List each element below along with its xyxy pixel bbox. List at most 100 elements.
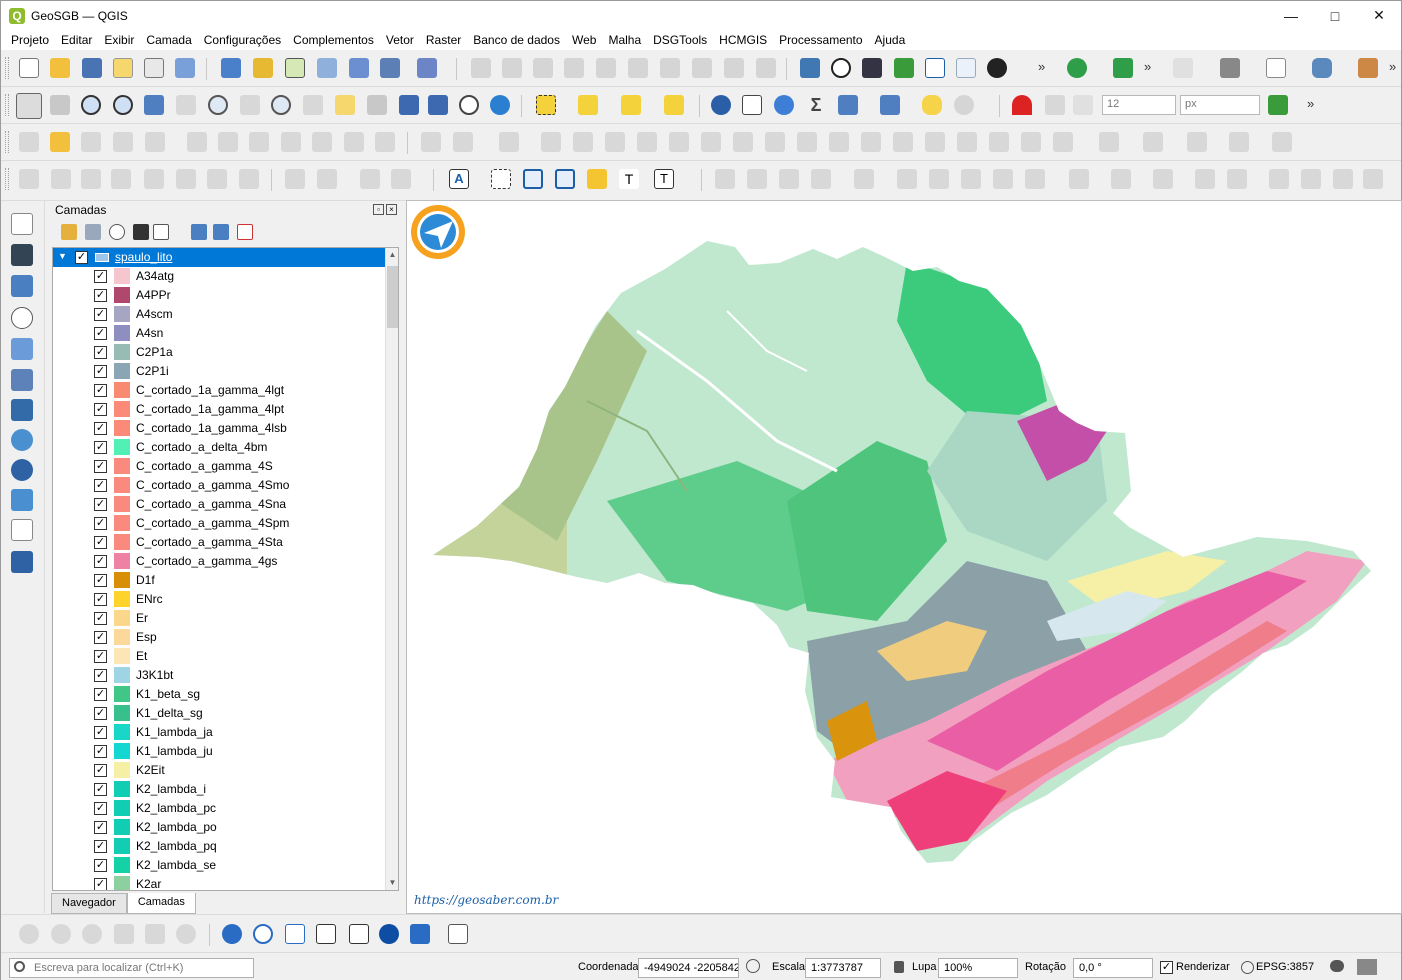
disabled-annotation-tool-13-icon[interactable] bbox=[1153, 169, 1173, 189]
layer-visibility-checkbox[interactable]: ✓ bbox=[94, 878, 107, 890]
layer-stack-icon[interactable] bbox=[1358, 58, 1378, 78]
save-edits-icon[interactable] bbox=[81, 132, 101, 152]
disabled-label-tool-2-icon[interactable] bbox=[51, 169, 71, 189]
add-layer-icon[interactable] bbox=[417, 58, 437, 78]
map-canvas[interactable]: https://geosaber.com.br bbox=[406, 200, 1402, 914]
select-by-location-icon[interactable] bbox=[664, 95, 684, 115]
disabled-annotation-tool-4-icon[interactable] bbox=[811, 169, 831, 189]
zoom-last-icon[interactable] bbox=[271, 95, 291, 115]
pin-label-icon[interactable] bbox=[587, 169, 607, 189]
snapping-magnet-icon[interactable] bbox=[1012, 95, 1032, 115]
tracing-icon[interactable] bbox=[1268, 95, 1288, 115]
menu-camada[interactable]: Camada bbox=[140, 33, 197, 47]
copy-features-icon[interactable] bbox=[281, 132, 301, 152]
layer-visibility-checkbox[interactable]: ✓ bbox=[94, 688, 107, 701]
tab-navegador[interactable]: Navegador bbox=[51, 893, 127, 914]
layer-visibility-checkbox[interactable]: ✓ bbox=[94, 555, 107, 568]
layer-row[interactable]: ✓ D1f bbox=[53, 571, 386, 590]
layer-visibility-checkbox[interactable]: ✓ bbox=[94, 574, 107, 587]
layer-visibility-checkbox[interactable]: ✓ bbox=[94, 460, 107, 473]
processing-toolbox-icon[interactable] bbox=[222, 924, 242, 944]
disabled-annotation-tool-2-icon[interactable] bbox=[747, 169, 767, 189]
offset-point-icon[interactable] bbox=[1143, 132, 1163, 152]
disabled-annotation-tool-19-icon[interactable] bbox=[1363, 169, 1383, 189]
layer-visibility-checkbox[interactable]: ✓ bbox=[94, 384, 107, 397]
zoom-full-icon[interactable] bbox=[144, 95, 164, 115]
disabled-annotation-tool-9-icon[interactable] bbox=[993, 169, 1013, 189]
disabled-label-tool-11-icon[interactable] bbox=[360, 169, 380, 189]
layer-visibility-checkbox[interactable]: ✓ bbox=[94, 270, 107, 283]
layer-visibility-checkbox[interactable]: ✓ bbox=[94, 327, 107, 340]
layer-row[interactable]: ✓ C_cortado_a_delta_4bm bbox=[53, 438, 386, 457]
lock-scale-icon[interactable] bbox=[894, 961, 904, 973]
pan-to-selection-icon[interactable] bbox=[50, 95, 70, 115]
layer-visibility-checkbox[interactable]: ✓ bbox=[94, 631, 107, 644]
show-bookmarks-icon[interactable] bbox=[428, 95, 448, 115]
layer-row[interactable]: ✓ K2_lambda_pc bbox=[53, 799, 386, 818]
layer-row[interactable]: ✓ C_cortado_1a_gamma_4lpt bbox=[53, 400, 386, 419]
menu-hcmgis[interactable]: HCMGIS bbox=[713, 33, 773, 47]
ab-tool-icon[interactable] bbox=[285, 924, 305, 944]
identify-features-icon[interactable] bbox=[711, 95, 731, 115]
layer-row[interactable]: ✓ J3K1bt bbox=[53, 666, 386, 685]
layer-visibility-checkbox[interactable]: ✓ bbox=[94, 308, 107, 321]
new-geopackage-icon[interactable] bbox=[253, 58, 273, 78]
reverse-line-icon[interactable] bbox=[1187, 132, 1207, 152]
menu-configuracoes[interactable]: Configurações bbox=[198, 33, 287, 47]
disabled-tool-e-icon[interactable] bbox=[176, 924, 196, 944]
disabled-tool-5-icon[interactable] bbox=[596, 58, 616, 78]
layer-row[interactable]: ✓ K2_lambda_se bbox=[53, 856, 386, 875]
disabled-tool-2-icon[interactable] bbox=[502, 58, 522, 78]
map-tips-icon[interactable] bbox=[880, 95, 900, 115]
layer-visibility-checkbox[interactable]: ✓ bbox=[94, 346, 107, 359]
regular-polygon-icon[interactable] bbox=[605, 132, 625, 152]
menu-complementos[interactable]: Complementos bbox=[287, 33, 380, 47]
coordinate-field[interactable]: -4949024 -2205842 bbox=[638, 958, 739, 978]
label-tool-icon[interactable] bbox=[1272, 132, 1292, 152]
split-features-icon[interactable] bbox=[957, 132, 977, 152]
cut-features-icon[interactable] bbox=[249, 132, 269, 152]
add-mesh-layer-icon[interactable] bbox=[11, 275, 33, 297]
disabled-annotation-tool-11-icon[interactable] bbox=[1069, 169, 1089, 189]
disabled-tool-9-icon[interactable] bbox=[724, 58, 744, 78]
rotate-feature-icon[interactable] bbox=[669, 132, 689, 152]
shape-digitizing-icon[interactable] bbox=[453, 132, 473, 152]
new-mesh-layer-icon[interactable] bbox=[380, 58, 400, 78]
disabled-tool-7-icon[interactable] bbox=[660, 58, 680, 78]
overflow-chevron-icon[interactable]: » bbox=[1389, 59, 1396, 74]
zoom-in-icon[interactable] bbox=[81, 95, 101, 115]
add-delimited-text-icon[interactable] bbox=[11, 307, 33, 329]
render-checkbox[interactable]: ✓ bbox=[1160, 961, 1173, 974]
layer-row[interactable]: ✓ C_cortado_a_gamma_4gs bbox=[53, 552, 386, 571]
reshape-icon[interactable] bbox=[893, 132, 913, 152]
layer-row[interactable]: ✓ Er bbox=[53, 609, 386, 628]
menu-malha[interactable]: Malha bbox=[602, 33, 647, 47]
font-size-input[interactable]: 12 bbox=[1102, 95, 1176, 115]
filter-expression-icon[interactable] bbox=[153, 224, 169, 240]
scale-field[interactable]: 1:3773787 bbox=[805, 958, 881, 978]
database-icon[interactable] bbox=[1312, 58, 1332, 78]
add-raster-layer-icon[interactable] bbox=[11, 244, 33, 266]
overflow-chevron-icon[interactable]: » bbox=[1038, 59, 1045, 74]
add-postgis-icon[interactable] bbox=[11, 399, 33, 421]
menu-projeto[interactable]: Projeto bbox=[5, 33, 55, 47]
new-scratch-layer-icon[interactable] bbox=[317, 58, 337, 78]
gps-icon[interactable] bbox=[831, 58, 851, 78]
merge-features-icon[interactable] bbox=[1021, 132, 1041, 152]
layer-visibility-checkbox[interactable]: ✓ bbox=[94, 783, 107, 796]
zoom-next-icon[interactable] bbox=[303, 95, 323, 115]
refresh-icon[interactable] bbox=[490, 95, 510, 115]
disabled-annotation-tool-16-icon[interactable] bbox=[1269, 169, 1289, 189]
layer-row[interactable]: ✓ Et bbox=[53, 647, 386, 666]
snapping-mode-icon[interactable] bbox=[1045, 95, 1065, 115]
layer-visibility-checkbox[interactable]: ✓ bbox=[94, 745, 107, 758]
disabled-label-tool-9-icon[interactable] bbox=[285, 169, 305, 189]
zoom-to-layer-icon[interactable] bbox=[208, 95, 228, 115]
disabled-annotation-tool-14-icon[interactable] bbox=[1195, 169, 1215, 189]
expand-arrow-icon[interactable]: ▼ bbox=[58, 251, 67, 261]
simplify-feature-icon[interactable] bbox=[701, 132, 721, 152]
layer-visibility-checkbox[interactable]: ✓ bbox=[94, 764, 107, 777]
crs-globe-icon[interactable] bbox=[1241, 961, 1254, 974]
disabled-tool-a-icon[interactable] bbox=[19, 924, 39, 944]
measure-line-icon[interactable] bbox=[1173, 58, 1193, 78]
